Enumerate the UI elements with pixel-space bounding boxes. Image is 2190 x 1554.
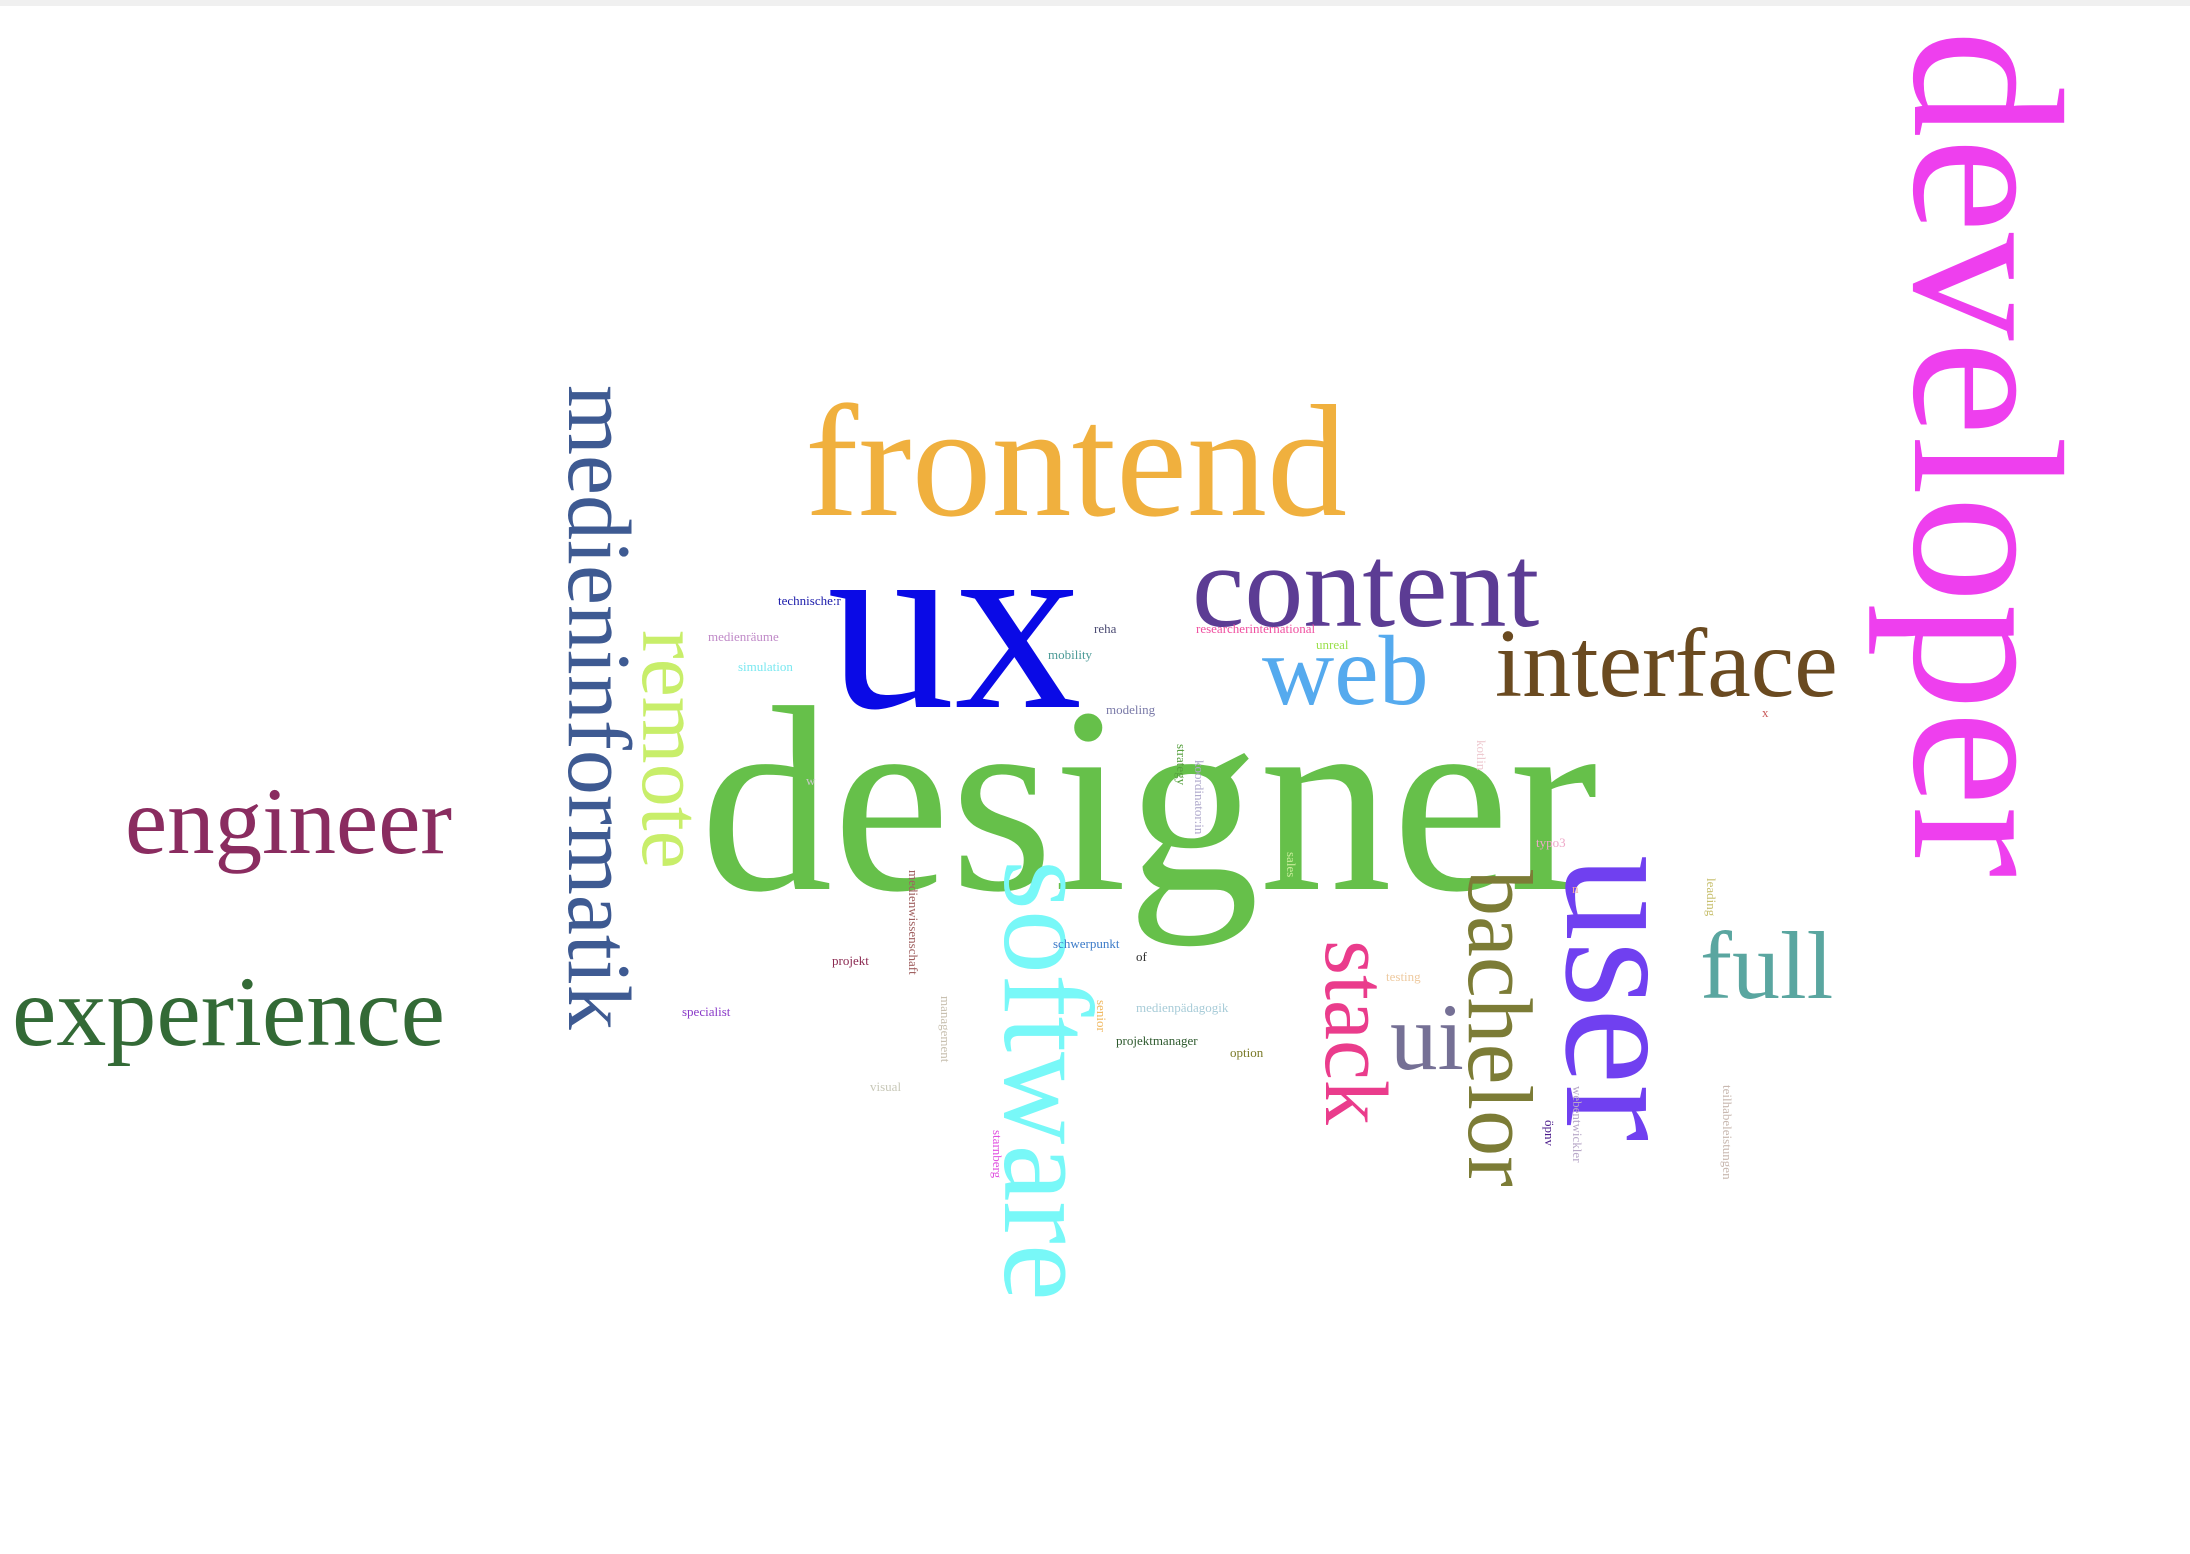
word-reha: reha <box>1094 621 1117 636</box>
word-w: w <box>806 773 816 788</box>
word-of: of <box>1136 949 1147 964</box>
word-testing: testing <box>1386 969 1421 984</box>
word-medienpaedagogik: medienpädagogik <box>1136 1000 1229 1015</box>
word-software: software <box>977 860 1119 1301</box>
word-medienraeume: medienräume <box>708 629 779 644</box>
word-bachelor: bachelor <box>1449 870 1551 1187</box>
word-senior: senior <box>1094 1000 1109 1032</box>
word-schwerpunkt: schwerpunkt <box>1053 936 1120 951</box>
word-kotlin: kotlin <box>1474 740 1489 771</box>
word-technischer: technische:r <box>778 593 841 608</box>
word-developer: developer <box>1868 30 2107 878</box>
word-modeling: modeling <box>1106 702 1156 717</box>
word-frontend: frontend <box>805 372 1348 550</box>
word-webentwickler: webentwickler <box>1570 1086 1585 1163</box>
word-management: management <box>938 996 953 1063</box>
word-web: web <box>1262 615 1429 726</box>
word-option: option <box>1230 1045 1264 1060</box>
word-researcherinternational: researcherinternational <box>1196 621 1316 636</box>
word-koordinatorin: koordinator:in <box>1192 760 1207 835</box>
word-n: n <box>1572 881 1579 896</box>
word-specialist: specialist <box>682 1004 731 1019</box>
word-x: x <box>1762 705 1769 720</box>
word-cloud: developer designer ux frontend content w… <box>0 0 2190 1554</box>
word-mobility: mobility <box>1048 647 1093 662</box>
word-sales: sales <box>1284 852 1299 878</box>
word-full: full <box>1700 912 1834 1019</box>
word-typo3: typo3 <box>1536 835 1566 850</box>
word-projektmanager: projektmanager <box>1116 1033 1198 1048</box>
word-experience: experience <box>12 956 446 1067</box>
word-starnberg: starnberg <box>990 1130 1005 1179</box>
word-interface: interface <box>1495 610 1838 718</box>
word-engineer: engineer <box>125 768 453 874</box>
word-stack: stack <box>1306 940 1405 1125</box>
word-oepnv: öpnv <box>1542 1120 1557 1146</box>
word-leading: leading <box>1704 878 1719 917</box>
word-projekt: projekt <box>832 953 869 968</box>
word-user: user <box>1529 855 1719 1142</box>
word-strategy: strategy <box>1174 744 1189 786</box>
word-teilhabeleistungen: teilhabeleistungen <box>1720 1085 1735 1180</box>
word-simulation: simulation <box>738 659 793 674</box>
word-visual: visual <box>870 1079 902 1094</box>
word-medieninformatik: medieninformatik <box>549 385 648 1030</box>
word-unreal: unreal <box>1316 637 1349 652</box>
word-medienwissenschaft: medienwissenschaft <box>906 870 921 975</box>
